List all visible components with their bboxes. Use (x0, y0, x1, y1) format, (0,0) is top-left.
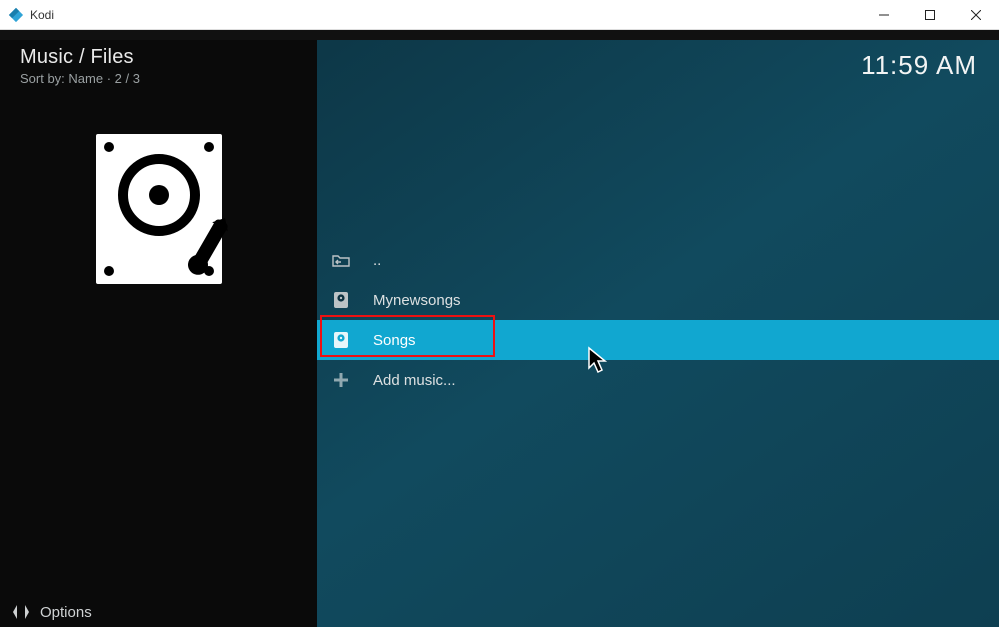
sort-info[interactable]: Sort by: Name · 2 / 3 (20, 71, 317, 86)
options-button[interactable]: Options (0, 597, 317, 627)
sidebar-header: Music / Files Sort by: Name · 2 / 3 (0, 40, 317, 86)
list-item-mynewsongs[interactable]: Mynewsongs (317, 280, 999, 320)
list-item-label: .. (373, 252, 381, 269)
close-button[interactable] (953, 0, 999, 30)
content-area: 11:59 AM .. (317, 40, 999, 627)
options-icon (12, 603, 30, 621)
maximize-button[interactable] (907, 0, 953, 30)
hard-disk-icon (96, 134, 222, 284)
plus-icon (331, 370, 351, 390)
sidebar-thumbnail (0, 134, 317, 284)
clock: 11:59 AM (861, 50, 977, 81)
options-label: Options (40, 604, 92, 621)
list-item-add-music[interactable]: Add music... (317, 360, 999, 400)
window-title: Kodi (30, 8, 54, 22)
list-item-label: Songs (373, 332, 416, 349)
list-item-songs[interactable]: Songs (317, 320, 999, 360)
music-source-icon (331, 330, 351, 350)
list-item-label: Mynewsongs (373, 292, 461, 309)
music-source-icon (331, 290, 351, 310)
url-bar: ​ (0, 30, 999, 40)
minimize-button[interactable] (861, 0, 907, 30)
file-list: .. Mynewsongs (317, 240, 999, 400)
folder-back-icon (331, 250, 351, 270)
kodi-app: Music / Files Sort by: Name · 2 / 3 (0, 40, 999, 627)
kodi-app-icon (8, 7, 24, 23)
window-controls (861, 0, 999, 30)
list-item-label: Add music... (373, 372, 456, 389)
sidebar: Music / Files Sort by: Name · 2 / 3 (0, 40, 317, 627)
breadcrumb[interactable]: Music / Files (20, 46, 317, 69)
mouse-cursor-icon (587, 346, 609, 376)
window-titlebar: Kodi (0, 0, 999, 30)
list-item-parent[interactable]: .. (317, 240, 999, 280)
